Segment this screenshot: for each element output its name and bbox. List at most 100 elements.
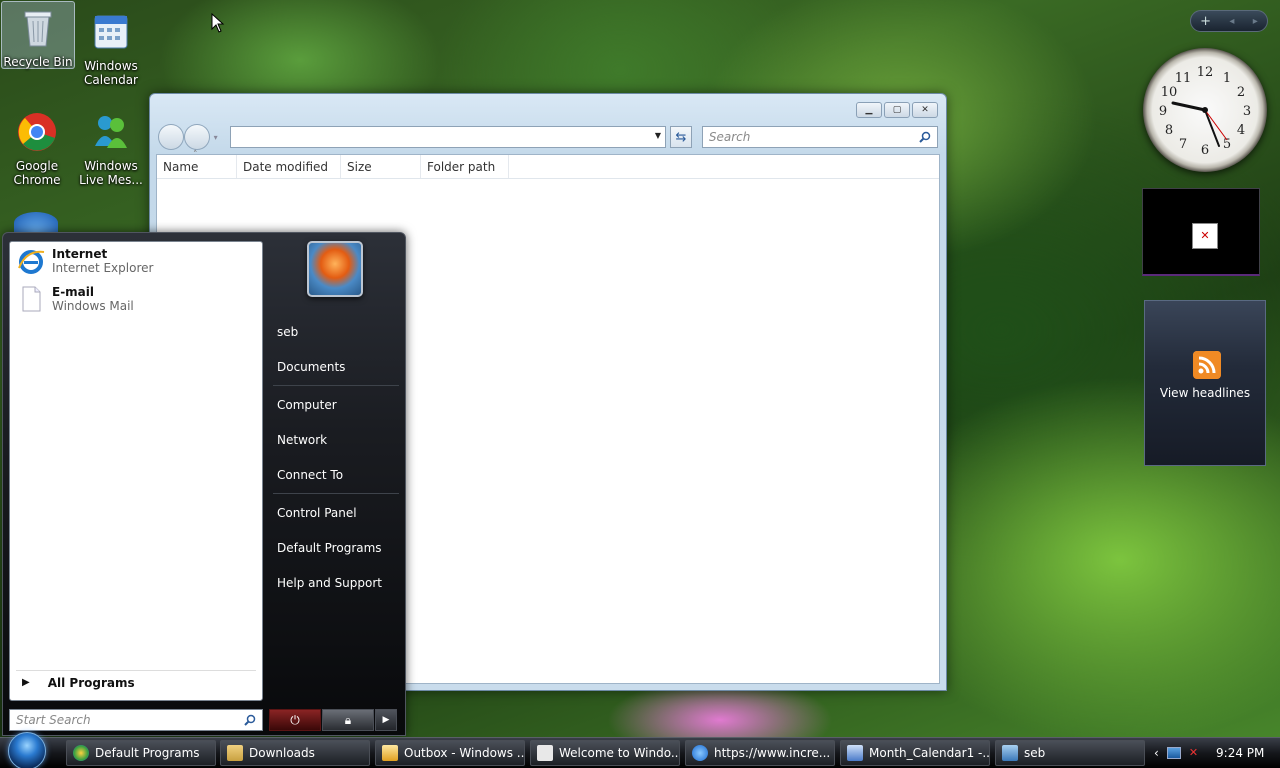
forward-button[interactable] [183,124,210,150]
previous-icon[interactable]: ◂ [1229,16,1234,27]
svg-text:1: 1 [1223,71,1231,86]
desktop-icon-label: Recycle Bin [3,55,73,69]
taskbar-button-label: Month_Calendar1 -... [869,746,990,760]
pinned-item-title: E-mail [52,285,95,299]
recent-pages-dropdown-icon[interactable]: ▾ [214,133,222,142]
taskbar-clock[interactable]: 9:24 PM [1216,746,1264,760]
power-icon: ⏻ [290,712,300,727]
separator [273,385,399,386]
start-item-help-and-support[interactable]: Help and Support [271,572,401,594]
start-menu-programs-pane: Internet Internet Explorer E-mail Window… [9,241,263,701]
folder-icon [1002,745,1018,761]
svg-text:3: 3 [1243,104,1251,119]
window-controls: ▁ ▢ ✕ [856,102,938,118]
search-icon[interactable] [919,131,931,143]
column-headers: Name Date modified Size Folder path [157,150,939,179]
navigation-bar: ▾ ▼ ⇆ Search [158,124,939,150]
address-bar[interactable]: ▼ [229,126,666,148]
recycle-bin-icon [24,11,52,47]
close-button[interactable]: ✕ [912,102,938,118]
mail-icon [22,286,41,312]
mail-icon [382,745,398,761]
pinned-item-title: Internet [52,247,108,261]
desktop-icon-google-chrome[interactable]: Google Chrome [0,106,74,187]
refresh-icon: ⇆ [675,129,687,145]
clock-gadget[interactable]: 12 1 2 345 678 9 10 11 [1143,48,1267,172]
start-item-default-programs[interactable]: Default Programs [271,537,401,559]
lock-icon: 🔒︎ [344,712,352,727]
taskbar-button-internet-explorer[interactable]: https://www.incre... [685,740,835,766]
start-item-control-panel[interactable]: Control Panel [271,502,401,524]
desktop-icon-label: Windows Calendar [74,59,148,87]
desktop-icon-label: Windows Live Mes... [79,159,143,187]
taskbar-button-label: seb [1024,746,1046,760]
windows-logo-icon [8,732,46,768]
search-input[interactable]: Search [701,126,939,148]
column-header-date-modified[interactable]: Date modified [237,155,341,178]
next-icon[interactable]: ▸ [1253,16,1258,27]
svg-text:4: 4 [1237,123,1245,138]
network-icon[interactable] [1166,746,1181,759]
pinned-item-subtitle: Internet Explorer [52,261,154,275]
power-button[interactable]: ⏻ [269,709,321,731]
start-item-computer[interactable]: Computer [271,394,401,416]
power-controls: ⏻ 🔒︎ ▶ [269,709,397,731]
lock-button[interactable]: 🔒︎ [322,709,374,731]
start-search-input[interactable]: Start Search [9,709,263,731]
taskbar-button-outbox[interactable]: Outbox - Windows ... [375,740,525,766]
column-header-folder-path[interactable]: Folder path [421,155,509,178]
add-gadget-icon[interactable]: + [1200,14,1211,29]
minimize-icon: ▁ [865,105,873,115]
taskbar-button-downloads[interactable]: Downloads [220,740,370,766]
search-icon [244,714,256,726]
svg-text:2: 2 [1237,85,1245,100]
user-avatar[interactable] [307,241,363,297]
svg-text:8: 8 [1165,123,1173,138]
start-item-documents[interactable]: Documents [271,356,401,378]
internet-explorer-icon [18,250,45,274]
arrow-right-icon: ▶ [382,715,390,725]
back-button[interactable] [158,124,184,150]
taskbar-button-welcome[interactable]: Welcome to Windo... [530,740,680,766]
desktop-icon-windows-live-messenger[interactable]: Windows Live Mes... [74,106,148,187]
show-hidden-icons-chevron-icon[interactable]: ‹ [1154,746,1159,760]
taskbar-button-seb[interactable]: seb [995,740,1145,766]
ie-desktop-icon-partial[interactable] [14,212,58,234]
taskbar-button-label: Default Programs [95,746,200,760]
triangle-right-icon: ▶ [22,677,30,688]
pinned-item-internet[interactable]: Internet Internet Explorer [10,242,262,280]
folder-icon [227,745,243,761]
all-programs-button[interactable]: ▶ All Programs [16,670,256,694]
start-button[interactable] [8,732,52,768]
taskbar-button-label: Welcome to Windo... [559,746,680,760]
start-item-network[interactable]: Network [271,429,401,451]
start-menu: Internet Internet Explorer E-mail Window… [2,232,406,736]
svg-text:11: 11 [1175,71,1192,86]
column-header-name[interactable]: Name [157,150,237,178]
internet-explorer-icon [692,745,708,761]
default-programs-icon [73,745,89,761]
minimize-button[interactable]: ▁ [856,102,882,118]
refresh-button[interactable]: ⇆ [670,126,692,148]
column-header-size[interactable]: Size [341,155,421,178]
shutdown-options-button[interactable]: ▶ [375,709,397,731]
feed-headlines-gadget[interactable]: View headlines [1144,300,1266,466]
taskbar-button-default-programs[interactable]: Default Programs [66,740,216,766]
close-icon: ✕ [921,105,929,115]
volume-muted-icon[interactable]: ✕ [1189,746,1198,759]
messenger-icon [95,116,127,148]
system-tray: ‹ ✕ 9:24 PM [1148,737,1280,768]
pinned-item-email[interactable]: E-mail Windows Mail [10,280,262,318]
desktop-icon-windows-calendar[interactable]: Windows Calendar [74,6,148,87]
desktop-icon-recycle-bin[interactable]: Recycle Bin [1,1,75,69]
maximize-button[interactable]: ▢ [884,102,910,118]
broken-gadget[interactable]: ✕ [1142,188,1260,276]
envelope-icon [537,745,553,761]
address-dropdown-icon[interactable]: ▼ [655,131,661,140]
taskbar-button-label: https://www.incre... [714,746,831,760]
start-item-user[interactable]: seb [271,321,401,343]
taskbar-button-month-calendar[interactable]: Month_Calendar1 -... [840,740,990,766]
clock-face-icon: 12 12 345 678 91011 [1159,65,1251,158]
start-item-connect-to[interactable]: Connect To [271,464,401,486]
svg-text:12: 12 [1197,65,1214,80]
